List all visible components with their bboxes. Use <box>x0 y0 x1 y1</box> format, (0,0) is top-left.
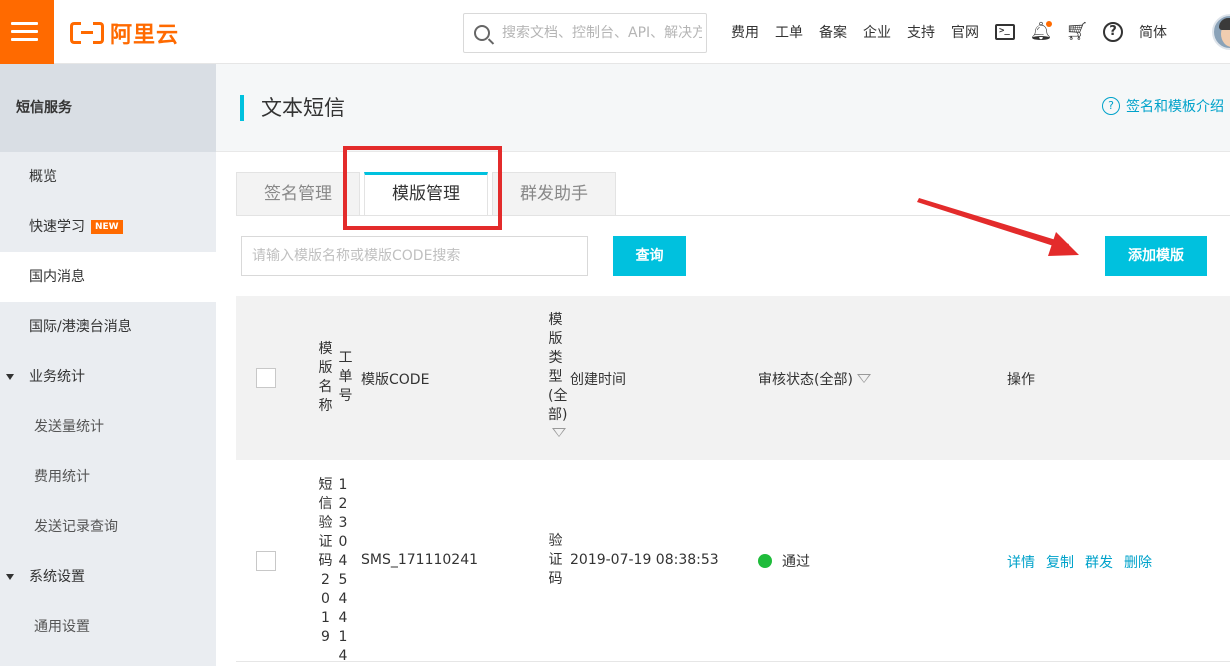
header-review-status-label: 审核状态(全部) <box>758 372 853 388</box>
caret-down-icon <box>6 374 14 380</box>
sidebar-item-label: 概览 <box>29 169 57 185</box>
cell-template-type: 验证码 <box>548 533 563 587</box>
page-title: 文本短信 <box>261 96 345 120</box>
top-nav: 费用 工单 备案 企业 支持 官网 >_ 🔔︎ 🛒︎ ? 简体 <box>731 0 1183 64</box>
select-all-checkbox[interactable] <box>256 368 276 388</box>
sidebar-item-overview[interactable]: 概览 <box>0 152 216 202</box>
cart-icon[interactable]: 🛒︎ <box>1066 22 1089 42</box>
sidebar-header: 短信服务 <box>0 64 216 152</box>
cell-review-status: 通过 <box>758 551 810 571</box>
tab-bulk-send[interactable]: 群发助手 <box>492 172 616 216</box>
header-template-name: 模版名称 <box>318 341 333 414</box>
delete-link[interactable]: 删除 <box>1124 552 1152 572</box>
table-header: 模版名称 工单号 模版CODE 模版类型(全部) 创建时间 审核状态(全部) 操… <box>236 296 1230 460</box>
sidebar-item-send-volume[interactable]: 发送量统计 <box>0 402 216 452</box>
nav-billing[interactable]: 费用 <box>731 22 759 42</box>
header-template-type-label: 模版类型(全部) <box>548 312 568 423</box>
title-accent-bar <box>240 95 244 121</box>
nav-enterprise[interactable]: 企业 <box>863 22 891 42</box>
sidebar-item-label: 国际/港澳台消息 <box>29 319 132 335</box>
header-created-time: 创建时间 <box>570 372 626 388</box>
header-operations: 操作 <box>1007 372 1035 388</box>
top-bar: 阿里云 费用 工单 备案 企业 支持 官网 >_ 🔔︎ 🛒︎ ? 简体 <box>0 0 1230 64</box>
question-icon: ? <box>1102 97 1120 115</box>
sidebar-group-settings[interactable]: 系统设置 <box>0 552 216 602</box>
cell-template-code: SMS_171110241 <box>361 552 479 568</box>
sidebar-item-international[interactable]: 国际/港澳台消息 <box>0 302 216 352</box>
table-row: 短信验证码2019 12304544146 SMS_171110241 验证码 … <box>236 460 1230 664</box>
main-content: 文本短信 ? 签名和模板介绍 签名管理 模版管理 群发助手 查询 添加模版 模版… <box>216 64 1230 666</box>
new-badge: NEW <box>91 220 123 234</box>
menu-icon[interactable] <box>0 0 54 64</box>
global-search-input[interactable] <box>502 25 702 41</box>
cell-created-time: 2019-07-19 08:38:53 <box>570 552 719 568</box>
sidebar-item-domestic[interactable]: 国内消息 <box>0 252 216 302</box>
language-switch[interactable]: 简体 <box>1139 22 1167 42</box>
logo-mark-icon <box>70 22 104 44</box>
status-dot <box>758 554 772 568</box>
sidebar-item-general-settings[interactable]: 通用设置 <box>0 602 216 652</box>
sidebar-item-quick-start[interactable]: 快速学习 NEW <box>0 202 216 252</box>
sidebar-item-send-records[interactable]: 发送记录查询 <box>0 502 216 552</box>
annotation-highlight-box <box>343 146 502 230</box>
sidebar-item-label: 国内消息 <box>29 269 85 285</box>
filter-icon[interactable] <box>552 428 566 437</box>
avatar[interactable] <box>1212 14 1230 50</box>
cell-template-name: 短信验证码2019 <box>318 477 333 645</box>
copy-link[interactable]: 复制 <box>1046 552 1074 572</box>
help-link-label: 签名和模板介绍 <box>1126 99 1224 115</box>
sidebar-item-label: 费用统计 <box>34 469 90 485</box>
search-icon <box>474 25 490 41</box>
sidebar-item-label: 发送量统计 <box>34 419 104 435</box>
header-ticket-no: 工单号 <box>338 350 353 404</box>
annotation-arrow <box>917 198 1079 256</box>
status-text: 通过 <box>782 554 810 570</box>
query-button[interactable]: 查询 <box>613 236 686 276</box>
header-review-status[interactable]: 审核状态(全部) <box>758 369 871 389</box>
header-template-code: 模版CODE <box>361 372 430 388</box>
sidebar-group-statistics[interactable]: 业务统计 <box>0 352 216 402</box>
terminal-icon[interactable]: >_ <box>995 22 1015 42</box>
bulk-send-link[interactable]: 群发 <box>1085 552 1113 572</box>
help-link[interactable]: ? 签名和模板介绍 <box>1102 96 1224 116</box>
template-search-input[interactable] <box>241 236 588 276</box>
page-header: 文本短信 ? 签名和模板介绍 <box>216 64 1230 152</box>
header-template-type[interactable]: 模版类型(全部) <box>548 311 567 444</box>
nav-icp-filing[interactable]: 备案 <box>819 22 847 42</box>
sidebar-item-cost-stats[interactable]: 费用统计 <box>0 452 216 502</box>
nav-official-site[interactable]: 官网 <box>951 22 979 42</box>
nav-support[interactable]: 支持 <box>907 22 935 42</box>
row-checkbox[interactable] <box>256 551 276 571</box>
sidebar-item-label: 业务统计 <box>29 369 85 385</box>
filter-icon[interactable] <box>856 374 871 383</box>
caret-down-icon <box>6 574 14 580</box>
sidebar-item-label: 系统设置 <box>29 569 85 585</box>
sidebar: 短信服务 概览 快速学习 NEW 国内消息 国际/港澳台消息 业务统计 发送量统计… <box>0 64 216 666</box>
tab-signature[interactable]: 签名管理 <box>236 172 360 216</box>
help-icon[interactable]: ? <box>1103 22 1123 42</box>
bell-icon[interactable]: 🔔︎ <box>1030 21 1052 42</box>
cell-ticket-no: 12304544146 <box>338 477 348 664</box>
row-operations: 详情 复制 群发 删除 <box>1007 552 1163 572</box>
sidebar-item-label: 快速学习 <box>29 219 85 235</box>
global-search[interactable] <box>463 13 707 53</box>
sidebar-item-label: 发送记录查询 <box>34 519 118 535</box>
details-link[interactable]: 详情 <box>1007 552 1035 572</box>
notification-dot <box>1046 21 1052 27</box>
logo-text: 阿里云 <box>110 23 180 48</box>
add-template-button[interactable]: 添加模版 <box>1105 236 1207 276</box>
sidebar-item-label: 通用设置 <box>34 619 90 635</box>
nav-tickets[interactable]: 工单 <box>775 22 803 42</box>
aliyun-logo[interactable]: 阿里云 <box>70 19 180 48</box>
